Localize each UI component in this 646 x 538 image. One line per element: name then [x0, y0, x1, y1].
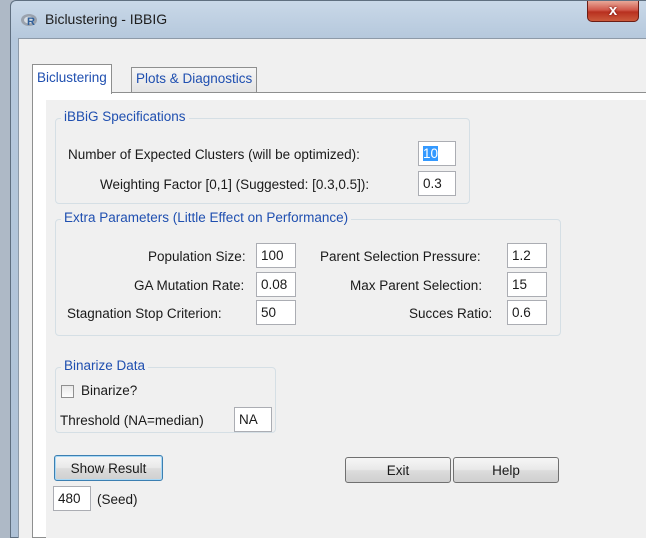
population-size-input[interactable]: 100: [256, 243, 296, 268]
stagnation-stop-label: Stagnation Stop Criterion:: [67, 306, 222, 321]
svg-text:R: R: [27, 16, 35, 28]
tab-plots-diagnostics[interactable]: Plots & Diagnostics: [131, 67, 258, 92]
succes-ratio-input[interactable]: 0.6: [507, 300, 547, 325]
binarize-checkbox-label: Binarize?: [81, 383, 138, 398]
max-parent-selection-label: Max Parent Selection:: [350, 278, 483, 293]
stagnation-stop-input[interactable]: 50: [256, 300, 296, 325]
r-logo-icon: R: [21, 14, 37, 28]
window-title: Biclustering - IBBIG: [45, 11, 168, 27]
population-size-label: Population Size:: [148, 249, 246, 264]
threshold-input[interactable]: NA: [234, 407, 272, 432]
seed-input[interactable]: 480: [53, 486, 91, 511]
extra-parameters-legend: Extra Parameters (Little Effect on Perfo…: [61, 210, 352, 225]
ga-mutation-rate-input[interactable]: 0.08: [256, 272, 296, 297]
tab-biclustering[interactable]: Biclustering: [32, 64, 112, 94]
parent-selection-pressure-label: Parent Selection Pressure:: [320, 249, 481, 264]
ga-mutation-rate-label: GA Mutation Rate:: [134, 278, 245, 293]
show-result-button[interactable]: Show Result: [54, 455, 163, 481]
succes-ratio-label: Succes Ratio:: [409, 306, 493, 321]
num-clusters-label: Number of Expected Clusters (will be opt…: [68, 147, 360, 162]
threshold-label: Threshold (NA=median): [60, 413, 204, 428]
binarize-data-legend: Binarize Data: [61, 358, 149, 373]
close-button[interactable]: x: [587, 1, 639, 22]
max-parent-selection-input[interactable]: 15: [507, 272, 547, 297]
help-button[interactable]: Help: [453, 457, 559, 483]
num-clusters-value: 10: [423, 146, 439, 161]
weighting-factor-input[interactable]: 0.3: [418, 171, 456, 196]
weighting-factor-label: Weighting Factor [0,1] (Suggested: [0.3,…: [100, 177, 370, 192]
parent-selection-pressure-input[interactable]: 1.2: [507, 243, 547, 268]
num-clusters-input[interactable]: 10: [418, 141, 456, 166]
binarize-checkbox[interactable]: [61, 385, 74, 398]
seed-label: (Seed): [97, 492, 138, 507]
ibbig-specifications-legend: iBBiG Specifications: [61, 109, 189, 124]
exit-button[interactable]: Exit: [345, 457, 451, 483]
